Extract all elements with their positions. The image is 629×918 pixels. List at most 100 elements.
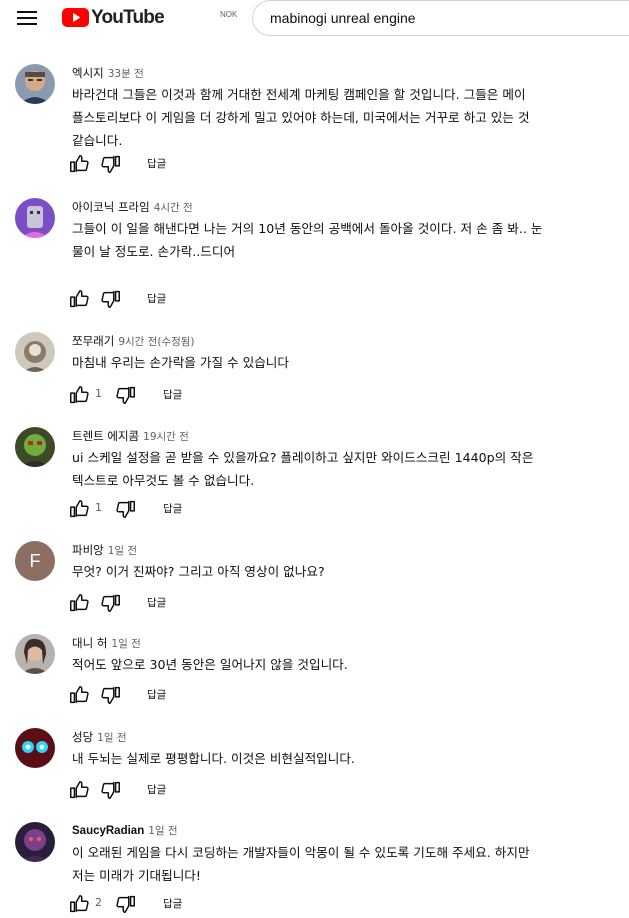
comment-text: 마침내 우리는 손가락을 가질 수 있습니다 — [72, 351, 624, 374]
comment-time[interactable]: 1일 전 — [108, 545, 137, 557]
thumbs-down-icon[interactable] — [100, 779, 122, 801]
avatar-image-icon — [15, 332, 55, 372]
reply-button[interactable]: 답글 — [163, 896, 182, 911]
thumbs-down-icon[interactable] — [100, 684, 122, 706]
reply-button[interactable]: 답글 — [163, 387, 182, 402]
search-query: mabinogi unreal engine — [270, 10, 416, 26]
comment-line: 텍스트로 아무것도 볼 수 없습니다. — [72, 473, 255, 488]
thumbs-up-icon[interactable] — [68, 684, 90, 706]
comment-author[interactable]: 트렌트 에지콤 — [72, 429, 139, 443]
comment-text: 적어도 앞으로 30년 동안은 일어나지 않을 것입니다. — [72, 653, 624, 676]
comment-text: 그들이 이 일을 해낸다면 나는 거의 10년 동안의 공백에서 돌아올 것이다… — [72, 217, 624, 263]
comment-author[interactable]: 파비앙 — [72, 543, 104, 557]
comment-line: 플스토리보다 이 게임을 더 강하게 밀고 있어야 하는데, 미국에서는 거꾸로… — [72, 110, 530, 125]
comment-header: 쪼무래기 9시간 전(수정됨) — [72, 333, 195, 349]
thumbs-down-icon[interactable] — [100, 592, 122, 614]
comment-header: 대니 허 1일 전 — [72, 635, 141, 651]
thumbs-up-icon[interactable] — [68, 498, 90, 520]
like-count: 1 — [95, 501, 102, 514]
avatar-image-icon — [15, 427, 55, 467]
comment-time[interactable]: 33분 전 — [108, 68, 144, 80]
thumbs-down-icon[interactable] — [115, 498, 137, 520]
comment-header: 엑시지 33분 전 — [72, 65, 144, 81]
thumbs-down-icon[interactable] — [115, 893, 137, 915]
comment-header: 성당 1일 전 — [72, 729, 127, 745]
comment-line: 같습니다. — [72, 133, 123, 148]
like-count: 1 — [95, 387, 102, 400]
comment-actions: 답글 — [68, 684, 268, 706]
search-input[interactable]: mabinogi unreal engine — [252, 0, 629, 36]
thumbs-up-icon[interactable] — [68, 779, 90, 801]
comment-author[interactable]: 엑시지 — [72, 66, 104, 80]
thumbs-up-icon[interactable] — [68, 592, 90, 614]
thumbs-down-icon[interactable] — [115, 384, 137, 406]
comment-line: 이 오래된 게임을 다시 코딩하는 개발자들이 악몽이 될 수 있도록 기도해 … — [72, 845, 530, 860]
comment-header: SaucyRadian 1일 전 — [72, 823, 178, 838]
comment-line: 무엇? 이거 진짜야? 그리고 아직 영상이 없나요? — [72, 564, 325, 579]
comment-time[interactable]: 19시간 전 — [143, 431, 189, 443]
avatar[interactable] — [15, 634, 55, 674]
comment-text: 무엇? 이거 진짜야? 그리고 아직 영상이 없나요? — [72, 560, 624, 583]
reply-button[interactable]: 답글 — [147, 291, 166, 306]
menu-icon[interactable] — [17, 9, 37, 27]
avatar-image-icon — [15, 634, 55, 674]
reply-button[interactable]: 답글 — [147, 156, 166, 171]
comment-line: 저는 미래가 기대됩니다! — [72, 868, 201, 883]
thumbs-up-icon[interactable] — [68, 153, 90, 175]
comment-line: 물이 날 정도로. 손가락..드디어 — [72, 244, 236, 259]
comment-header: 트렌트 에지콤 19시간 전 — [72, 428, 189, 444]
comment-line: 마침내 우리는 손가락을 가질 수 있습니다 — [72, 355, 289, 370]
youtube-play-icon — [62, 8, 89, 27]
logo-text: YouTube — [91, 7, 165, 28]
thumbs-down-icon[interactable] — [100, 153, 122, 175]
avatar-image-icon — [15, 822, 55, 862]
comment-header: 파비앙 1일 전 — [72, 542, 137, 558]
comment-actions: 1 답글 — [68, 384, 268, 406]
comment-time[interactable]: 1일 전 — [111, 638, 140, 650]
reply-button[interactable]: 답글 — [147, 595, 166, 610]
comment-actions: 답글 — [68, 779, 268, 801]
thumbs-up-icon[interactable] — [68, 288, 90, 310]
reply-button[interactable]: 답글 — [163, 501, 182, 516]
comment-author[interactable]: 성당 — [72, 730, 93, 744]
thumbs-up-icon[interactable] — [68, 384, 90, 406]
avatar[interactable] — [15, 822, 55, 862]
reply-button[interactable]: 답글 — [147, 782, 166, 797]
comment-time[interactable]: 1일 전 — [97, 732, 126, 744]
comment-time[interactable]: 4시간 전 — [154, 202, 193, 214]
avatar[interactable] — [15, 427, 55, 467]
comment-line: 바라건대 그들은 이것과 함께 거대한 전세계 마케팅 캠페인을 할 것입니다.… — [72, 87, 526, 102]
top-bar: YouTube NOK mabinogi unreal engine — [0, 0, 629, 36]
comment-text: 바라건대 그들은 이것과 함께 거대한 전세계 마케팅 캠페인을 할 것입니다.… — [72, 83, 624, 152]
avatar[interactable] — [15, 728, 55, 768]
avatar[interactable]: F — [15, 541, 55, 581]
thumbs-down-icon[interactable] — [100, 288, 122, 310]
comment-author[interactable]: SaucyRadian — [72, 825, 144, 837]
comment-actions: 답글 — [68, 153, 268, 175]
avatar[interactable] — [15, 332, 55, 372]
comment-time[interactable]: 9시간 전(수정됨) — [118, 336, 194, 348]
comment-actions: 답글 — [68, 288, 268, 310]
comment-author[interactable]: 쪼무래기 — [72, 334, 114, 348]
comment-header: 아이코닉 프라임 4시간 전 — [72, 199, 193, 215]
comment-time[interactable]: 1일 전 — [148, 825, 177, 837]
reply-button[interactable]: 답글 — [147, 687, 166, 702]
comment-line: 적어도 앞으로 30년 동안은 일어나지 않을 것입니다. — [72, 657, 348, 672]
comment-line: 그들이 이 일을 해낸다면 나는 거의 10년 동안의 공백에서 돌아올 것이다… — [72, 221, 543, 236]
avatar[interactable] — [15, 198, 55, 238]
comment-text: 이 오래된 게임을 다시 코딩하는 개발자들이 악몽이 될 수 있도록 기도해 … — [72, 841, 624, 887]
avatar[interactable] — [15, 64, 55, 104]
comment-author[interactable]: 대니 허 — [72, 636, 107, 650]
comment-actions: 답글 — [68, 592, 268, 614]
like-count: 2 — [95, 896, 102, 909]
thumbs-up-icon[interactable] — [68, 893, 90, 915]
avatar-letter: F — [29, 551, 41, 571]
avatar-image-icon — [15, 728, 55, 768]
comment-actions: 1 답글 — [68, 498, 268, 520]
comment-actions: 2 답글 — [68, 893, 268, 915]
region-code: NOK — [220, 10, 238, 19]
comment-text: 내 두뇌는 실제로 평평합니다. 이것은 비현실적입니다. — [72, 747, 624, 770]
avatar-image-icon — [15, 198, 55, 238]
comment-author[interactable]: 아이코닉 프라임 — [72, 200, 150, 214]
comment-line: ui 스케일 설정을 곧 받을 수 있을까요? 플레이하고 싶지만 와이드스크린… — [72, 450, 534, 465]
